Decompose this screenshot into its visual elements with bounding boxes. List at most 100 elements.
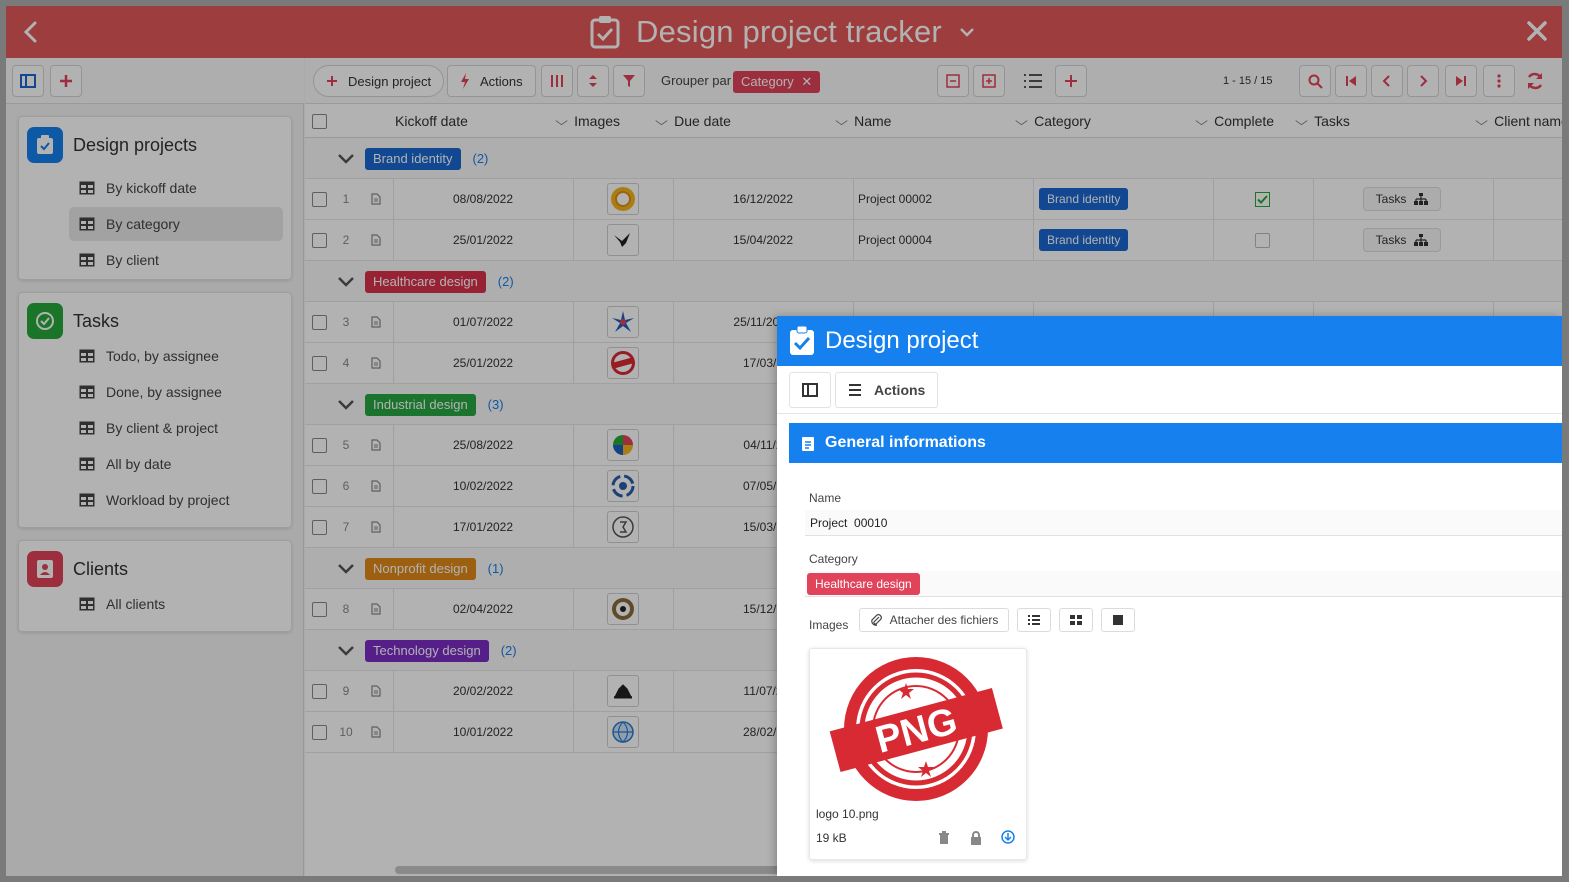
kickoff-date-cell[interactable]: 25/01/2022: [393, 220, 573, 260]
panel-layout-button[interactable]: [789, 372, 831, 408]
title-group[interactable]: Design project tracker: [590, 14, 976, 50]
sidebar-item-by-kickoff-date[interactable]: By kickoff date: [69, 171, 283, 205]
section-general-informations[interactable]: General informations: [789, 423, 1562, 463]
open-record-icon[interactable]: [371, 343, 381, 383]
image-cell[interactable]: [573, 589, 673, 629]
remove-chip-icon[interactable]: ✕: [801, 74, 812, 89]
refresh-button[interactable]: [1519, 65, 1551, 97]
image-cell[interactable]: [573, 671, 673, 711]
panel-actions-button[interactable]: Actions: [835, 372, 939, 408]
row-checkbox-cell[interactable]: [312, 220, 327, 260]
search-button[interactable]: [1299, 65, 1331, 97]
image-cell[interactable]: [573, 302, 673, 342]
column-header-complete[interactable]: ⌵ Complete: [1195, 104, 1274, 138]
kickoff-date-cell[interactable]: 10/01/2022: [393, 712, 573, 752]
category-cell[interactable]: Brand identity: [1039, 220, 1129, 260]
actions-button[interactable]: Actions: [447, 65, 536, 97]
toggle-sidebar-button[interactable]: [12, 65, 44, 97]
sidebar-item-done-by-assignee[interactable]: Done, by assignee: [69, 375, 283, 409]
row-checkbox-cell[interactable]: [312, 712, 327, 752]
expand-group-toggle[interactable]: [337, 384, 355, 425]
checkbox[interactable]: [312, 314, 327, 330]
column-header-kickoff[interactable]: Kickoff date: [395, 104, 468, 138]
due-date-cell[interactable]: 16/12/2022: [673, 179, 853, 219]
kickoff-date-cell[interactable]: 20/02/2022: [393, 671, 573, 711]
open-record-icon[interactable]: [371, 671, 381, 711]
select-all-checkbox[interactable]: [312, 104, 327, 138]
image-cell[interactable]: [573, 220, 673, 260]
open-record-icon[interactable]: [371, 220, 381, 260]
kickoff-date-cell[interactable]: 08/08/2022: [393, 179, 573, 219]
checkbox[interactable]: [312, 437, 327, 453]
complete-checkbox[interactable]: [1255, 179, 1270, 219]
due-date-cell[interactable]: 15/04/2022: [673, 220, 853, 260]
first-page-button[interactable]: [1335, 65, 1367, 97]
sidebar-item-todo-by-assignee[interactable]: Todo, by assignee: [69, 339, 283, 373]
complete-checkbox[interactable]: [1255, 220, 1270, 260]
checkbox[interactable]: [312, 232, 327, 248]
sidebar-item-by-client[interactable]: By client: [69, 243, 283, 277]
column-header-due[interactable]: ⌵ Due date: [655, 104, 731, 138]
name-cell[interactable]: Project 00002: [858, 179, 932, 219]
checkbox[interactable]: [312, 519, 327, 535]
horizontal-scrollbar[interactable]: [395, 866, 795, 874]
open-record-icon[interactable]: [371, 589, 381, 629]
download-icon[interactable]: [1001, 830, 1015, 844]
kickoff-date-cell[interactable]: 25/01/2022: [393, 343, 573, 383]
image-cell[interactable]: [573, 343, 673, 383]
column-header-name[interactable]: ⌵ Name: [835, 104, 891, 138]
kickoff-date-cell[interactable]: 10/02/2022: [393, 466, 573, 506]
sidebar-group-header[interactable]: Design projects: [27, 127, 197, 163]
back-arrow-icon[interactable]: [20, 20, 42, 44]
expand-group-toggle[interactable]: [337, 261, 355, 302]
checkbox[interactable]: [312, 191, 327, 207]
sidebar-item-by-category[interactable]: By category: [69, 207, 283, 241]
checkbox[interactable]: [312, 683, 327, 699]
row-checkbox-cell[interactable]: [312, 507, 327, 547]
column-header-client[interactable]: ⌵ Client name: [1475, 104, 1562, 138]
kickoff-date-cell[interactable]: 02/04/2022: [393, 589, 573, 629]
list-view-toggle[interactable]: [1017, 608, 1051, 632]
checkbox[interactable]: [312, 724, 327, 740]
image-cell[interactable]: [573, 466, 673, 506]
collapse-all-button[interactable]: [937, 65, 969, 97]
open-record-icon[interactable]: [371, 425, 381, 465]
lock-icon[interactable]: [970, 831, 982, 845]
column-header-images[interactable]: ⌵ Images: [555, 104, 620, 138]
last-page-button[interactable]: [1445, 65, 1477, 97]
filter-button[interactable]: [613, 65, 645, 97]
open-record-icon[interactable]: [371, 507, 381, 547]
group-row[interactable]: Brand identity (2): [305, 138, 1562, 179]
checkbox[interactable]: [312, 478, 327, 494]
image-cell[interactable]: [573, 507, 673, 547]
image-cell[interactable]: [573, 712, 673, 752]
sidebar-group-header[interactable]: Tasks: [27, 303, 119, 339]
add-view-button[interactable]: [50, 65, 82, 97]
attach-files-button[interactable]: Attacher des fichiers: [859, 608, 1009, 632]
name-cell[interactable]: Project 00004: [858, 220, 932, 260]
open-record-icon[interactable]: [371, 466, 381, 506]
kickoff-date-cell[interactable]: 25/08/2022: [393, 425, 573, 465]
prev-page-button[interactable]: [1371, 65, 1403, 97]
tasks-cell[interactable]: Tasks: [1363, 220, 1441, 260]
checkbox[interactable]: [312, 601, 327, 617]
expand-group-toggle[interactable]: [337, 548, 355, 589]
table-row[interactable]: 1 08/08/2022 16/12/2022 Project 00002 Brand …: [305, 179, 1562, 220]
open-record-icon[interactable]: [371, 712, 381, 752]
row-checkbox-cell[interactable]: [312, 671, 327, 711]
grid-view-toggle[interactable]: [1059, 608, 1093, 632]
row-checkbox-cell[interactable]: [312, 466, 327, 506]
column-header-category[interactable]: ⌵ Category: [1015, 104, 1091, 138]
trash-icon[interactable]: [938, 831, 950, 845]
sidebar-item-all-clients[interactable]: All clients: [69, 587, 283, 621]
sort-button[interactable]: [577, 65, 609, 97]
tasks-button[interactable]: Tasks: [1363, 187, 1441, 211]
more-options-button[interactable]: [1483, 65, 1515, 97]
group-by-chip[interactable]: Category ✕: [733, 71, 821, 93]
row-checkbox-cell[interactable]: [312, 589, 327, 629]
large-view-toggle[interactable]: [1101, 608, 1135, 632]
checkbox[interactable]: [312, 113, 327, 129]
row-checkbox-cell[interactable]: [312, 179, 327, 219]
new-design-project-button[interactable]: Design project: [313, 65, 445, 97]
tasks-button[interactable]: Tasks: [1363, 228, 1441, 252]
